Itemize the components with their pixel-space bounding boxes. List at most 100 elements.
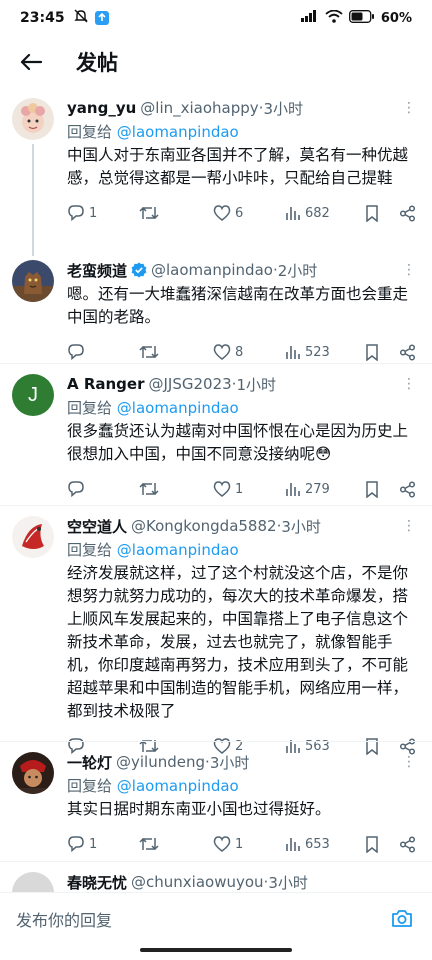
like-button[interactable]: 1	[213, 836, 285, 852]
view-count: 523	[305, 344, 330, 360]
avatar[interactable]	[12, 516, 54, 558]
dnd-off-icon	[73, 8, 89, 28]
share-icon	[399, 480, 416, 498]
view-count: 653	[305, 836, 330, 852]
app-notification-icon	[94, 11, 109, 25]
tweet[interactable]: 空空道人 @Kongkongda5882 · 3小时 ⋮ 回复给 @laoman…	[0, 506, 432, 755]
display-name[interactable]: 春晓无忧	[67, 872, 127, 892]
heart-icon	[213, 836, 231, 852]
mention-link[interactable]: @laomanpindao	[117, 399, 239, 417]
heart-icon	[213, 344, 231, 360]
timestamp[interactable]: 3小时	[281, 516, 321, 536]
tweet[interactable]: 老蛮频道 @laomanpindao · 2小时 ⋮ 嗯。还有一大堆蠢猪深信越南…	[0, 250, 432, 364]
reply-button[interactable]: 1	[67, 835, 139, 853]
share-icon	[399, 204, 416, 222]
tweet-actions: 1 6 682	[67, 202, 416, 224]
bookmark-button[interactable]	[365, 343, 399, 361]
like-button[interactable]: 1	[213, 481, 285, 497]
tweet-text: 中国人对于东南亚各国并不了解，莫名有一种优越感，总觉得这都是一帮小咔咔，只配给自…	[67, 146, 409, 187]
views-button[interactable]: 279	[285, 481, 365, 497]
timestamp[interactable]: 3小时	[263, 98, 303, 118]
like-count: 1	[235, 836, 244, 852]
avatar[interactable]	[12, 872, 54, 892]
avatar[interactable]	[12, 260, 54, 302]
reply-button[interactable]: 1	[67, 204, 139, 222]
mention-link[interactable]: @laomanpindao	[117, 541, 239, 559]
tweet[interactable]: yang_yu @lin_xiaohappy · 3小时 ⋮ 回复给 @laom…	[0, 88, 432, 256]
handle[interactable]: @Kongkongda5882	[131, 517, 277, 535]
reply-button[interactable]	[67, 343, 139, 361]
tweet-text: 经济发展就这样，过了这个村就没这个店，不是你想努力就努力成功的，每次大的技术革命…	[67, 564, 409, 720]
retweet-button[interactable]	[139, 204, 213, 222]
handle[interactable]: @chunxiaowuyou	[131, 873, 264, 891]
status-bar: 23:45 60%	[0, 0, 432, 36]
like-button[interactable]: 8	[213, 344, 285, 360]
timestamp[interactable]: 3小时	[210, 752, 250, 772]
tweet[interactable]: 一轮灯 @yilundeng · 3小时 ⋮ 回复给 @laomanpindao…	[0, 742, 432, 862]
avatar[interactable]	[12, 98, 54, 140]
more-options-icon[interactable]: ⋮	[402, 262, 416, 278]
avatar-initial: J	[28, 383, 38, 406]
display-name[interactable]: 一轮灯	[67, 752, 112, 772]
handle[interactable]: @laomanpindao	[151, 261, 273, 279]
share-button[interactable]	[399, 343, 416, 361]
views-button[interactable]: 682	[285, 205, 365, 221]
more-options-icon[interactable]: ⋮	[402, 100, 416, 116]
avatar[interactable]	[12, 752, 54, 794]
views-button[interactable]: 523	[285, 344, 365, 360]
like-count: 6	[235, 205, 244, 221]
reply-button[interactable]	[67, 480, 139, 498]
more-options-icon[interactable]: ⋮	[402, 376, 416, 392]
verified-badge-icon	[131, 262, 147, 278]
analytics-icon	[286, 207, 300, 220]
heart-icon	[213, 481, 231, 497]
reply-to: 回复给 @laomanpindao	[67, 399, 239, 417]
display-name[interactable]: 老蛮频道	[67, 260, 127, 280]
retweet-button[interactable]	[139, 835, 213, 853]
tweet-text: 很多蠢货还认为越南对中国怀恨在心是因为历史上很想加入中国，中国不同意没接纳呢😳	[67, 422, 409, 463]
more-options-icon[interactable]: ⋮	[402, 754, 416, 770]
home-indicator[interactable]	[140, 948, 292, 952]
handle[interactable]: @lin_xiaohappy	[140, 99, 258, 117]
retweet-button[interactable]	[139, 343, 213, 361]
bookmark-button[interactable]	[365, 204, 399, 222]
handle[interactable]: @JJSG2023	[149, 375, 232, 393]
timestamp[interactable]: 2小时	[278, 260, 318, 280]
display-name[interactable]: 空空道人	[67, 516, 127, 536]
handle[interactable]: @yilundeng	[116, 753, 205, 771]
views-button[interactable]: 653	[285, 836, 365, 852]
avatar[interactable]: J	[12, 374, 54, 416]
reply-composer: 发布你的回复	[0, 892, 432, 944]
reply-input[interactable]: 发布你的回复	[16, 907, 388, 931]
back-button[interactable]	[16, 47, 46, 77]
tweet-actions: 1 1 653	[67, 833, 416, 855]
mention-link[interactable]: @laomanpindao	[117, 777, 239, 795]
bookmark-button[interactable]	[365, 835, 399, 853]
camera-button[interactable]	[388, 905, 416, 933]
analytics-icon	[286, 483, 300, 496]
timestamp[interactable]: 1小时	[236, 374, 276, 394]
timestamp[interactable]: 3小时	[268, 872, 308, 892]
tweet-actions: 8 523	[67, 341, 416, 363]
share-button[interactable]	[399, 204, 416, 222]
bookmark-button[interactable]	[365, 480, 399, 498]
more-options-icon[interactable]: ⋮	[402, 518, 416, 534]
display-name[interactable]: A Ranger	[67, 375, 145, 393]
retweet-icon	[139, 837, 159, 851]
retweet-icon	[139, 345, 159, 359]
retweet-button[interactable]	[139, 480, 213, 498]
reply-to: 回复给 @laomanpindao	[67, 123, 239, 141]
retweet-icon	[139, 482, 159, 496]
display-name[interactable]: yang_yu	[67, 99, 136, 117]
share-button[interactable]	[399, 835, 416, 853]
tweet-text: 其实日据时期东南亚小国也过得挺好。	[67, 800, 331, 818]
status-time: 23:45	[20, 10, 65, 26]
reply-feed[interactable]: yang_yu @lin_xiaohappy · 3小时 ⋮ 回复给 @laom…	[0, 88, 432, 892]
app-header: 发帖	[0, 36, 432, 88]
back-arrow-icon	[20, 53, 42, 71]
like-button[interactable]: 6	[213, 205, 285, 221]
tweet[interactable]: J A Ranger @JJSG2023 · 1小时 ⋮ 回复给 @laoman…	[0, 364, 432, 506]
share-button[interactable]	[399, 480, 416, 498]
tweet[interactable]: 春晓无忧 @chunxiaowuyou · 3小时	[0, 862, 432, 892]
mention-link[interactable]: @laomanpindao	[117, 123, 239, 141]
